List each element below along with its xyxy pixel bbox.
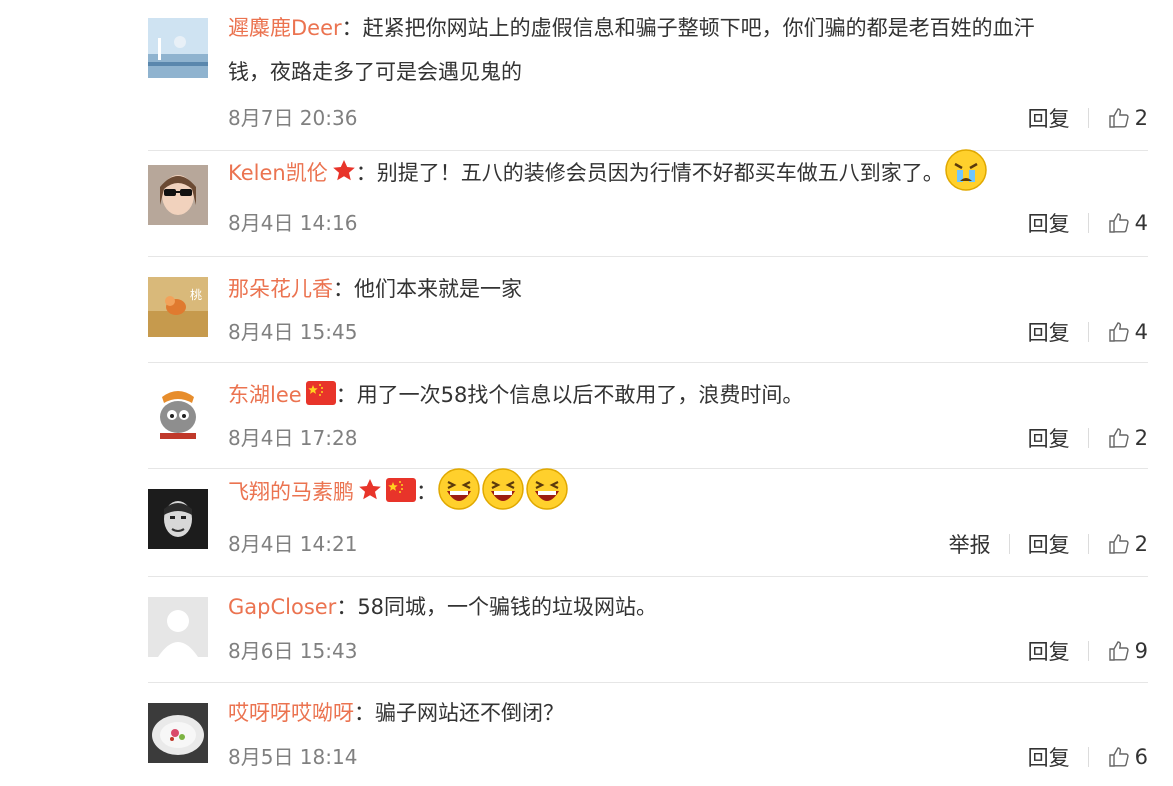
thumbs-up-icon (1108, 747, 1129, 767)
reply-button[interactable]: 回复 (1028, 317, 1070, 347)
comment-item: 遲麋鹿Deer：赶紧把你网站上的虚假信息和骗子整顿下吧，你们骗的都是老百姓的血汗… (148, 0, 1148, 151)
username-link[interactable]: 飞翔的马素鹏 (228, 480, 354, 504)
avatar[interactable] (148, 383, 208, 443)
laughing-emoji-icon (525, 467, 569, 533)
action-divider (1087, 534, 1089, 554)
comment-time: 8月4日 14:21 (228, 532, 358, 556)
comment-list: 遲麋鹿Deer：赶紧把你网站上的虚假信息和骗子整顿下吧，你们骗的都是老百姓的血汗… (148, 0, 1148, 786)
avatar-image (148, 597, 208, 657)
action-divider (1087, 428, 1089, 448)
avatar[interactable] (148, 703, 208, 763)
comment-text: Kelen凯伦 ：别提了！五八的装修会员因为行情不好都买车做五八到家了。 (228, 147, 1148, 211)
like-button[interactable]: 4 (1107, 320, 1148, 344)
avatar-image (148, 489, 208, 549)
username-link[interactable]: Kelen凯伦 (228, 161, 328, 185)
like-button[interactable]: 2 (1107, 106, 1148, 130)
avatar-image (148, 383, 208, 443)
username-link[interactable]: 遲麋鹿Deer (228, 16, 342, 40)
comment-text: 那朵花儿香：他们本来就是一家 (228, 277, 522, 301)
avatar[interactable] (148, 18, 208, 78)
thumbs-up-icon (1108, 428, 1129, 448)
laughing-emoji-icon (437, 467, 481, 533)
avatar-image (148, 165, 208, 225)
like-button[interactable]: 9 (1107, 639, 1148, 663)
comment-text: 东湖lee ：用了一次58找个信息以后不敢用了，浪费时间。 (228, 373, 1148, 420)
thumbs-up-icon (1108, 534, 1129, 554)
svg-text:桃: 桃 (190, 287, 202, 302)
avatar[interactable] (148, 165, 208, 225)
action-divider (1087, 747, 1089, 767)
avatar[interactable] (148, 489, 208, 549)
like-button[interactable]: 6 (1107, 745, 1148, 769)
star-badge-icon (358, 466, 382, 524)
like-count: 4 (1134, 211, 1148, 235)
comment-item: 飞翔的马素鹏： 8月4日 14:21 举报 回复 2 (148, 468, 1148, 577)
reply-button[interactable]: 回复 (1028, 103, 1070, 133)
comment-text: GapCloser：58同城，一个骗钱的垃圾网站。 (228, 595, 658, 619)
action-divider (1087, 213, 1089, 233)
like-button[interactable]: 4 (1107, 211, 1148, 235)
like-count: 2 (1134, 532, 1148, 556)
avatar[interactable] (148, 597, 208, 657)
china-flag-icon (386, 466, 416, 524)
avatar[interactable]: 桃 (148, 277, 208, 337)
like-button[interactable]: 2 (1107, 426, 1148, 450)
reply-button[interactable]: 回复 (1028, 636, 1070, 666)
comment-time: 8月4日 15:45 (228, 320, 358, 344)
thumbs-up-icon (1108, 213, 1129, 233)
avatar-image: 桃 (148, 277, 208, 337)
username-link[interactable]: 那朵花儿香 (228, 277, 333, 301)
comment-item: 东湖lee ：用了一次58找个信息以后不敢用了，浪费时间。 8月4日 17:28 … (148, 363, 1148, 469)
reply-button[interactable]: 回复 (1028, 208, 1070, 238)
username-link[interactable]: 哎呀呀哎呦呀 (228, 701, 354, 725)
comment-time: 8月4日 14:16 (228, 211, 358, 235)
like-count: 2 (1134, 426, 1148, 450)
username-link[interactable]: GapCloser (228, 595, 336, 619)
comment-text: 哎呀呀哎呦呀：骗子网站还不倒闭？ (228, 701, 564, 725)
action-divider (1087, 641, 1089, 661)
like-count: 2 (1134, 106, 1148, 130)
laughing-emoji-icon (481, 467, 525, 533)
thumbs-up-icon (1108, 108, 1129, 128)
action-divider (1087, 322, 1089, 342)
comment-time: 8月4日 17:28 (228, 426, 358, 450)
reply-button[interactable]: 回复 (1028, 529, 1070, 559)
action-divider (1008, 534, 1010, 554)
reply-button[interactable]: 回复 (1028, 742, 1070, 772)
comment-time: 8月7日 20:36 (228, 106, 358, 130)
report-button[interactable]: 举报 (949, 529, 991, 559)
action-divider (1087, 108, 1089, 128)
like-button[interactable]: 2 (1107, 532, 1148, 556)
like-count: 6 (1134, 745, 1148, 769)
avatar-image (148, 703, 208, 763)
china-flag-icon (305, 376, 336, 420)
comment-item: 哎呀呀哎呦呀：骗子网站还不倒闭？ 8月5日 18:14 回复 6 (148, 683, 1148, 786)
star-badge-icon (332, 150, 356, 202)
thumbs-up-icon (1108, 322, 1129, 342)
comment-item: Kelen凯伦 ：别提了！五八的装修会员因为行情不好都买车做五八到家了。 8月4日… (148, 149, 1148, 257)
username-link[interactable]: 东湖lee (228, 383, 302, 407)
comment-item: GapCloser：58同城，一个骗钱的垃圾网站。 8月6日 15:43 回复 … (148, 577, 1148, 683)
avatar-image (148, 18, 208, 78)
reply-button[interactable]: 回复 (1028, 423, 1070, 453)
comment-time: 8月6日 15:43 (228, 639, 358, 663)
comment-item: 桃 那朵花儿香：他们本来就是一家 8月4日 15:45 回复 4 (148, 257, 1148, 363)
crying-emoji-icon (944, 148, 988, 211)
like-count: 4 (1134, 320, 1148, 344)
thumbs-up-icon (1108, 641, 1129, 661)
like-count: 9 (1134, 639, 1148, 663)
comment-text: 遲麋鹿Deer：赶紧把你网站上的虚假信息和骗子整顿下吧，你们骗的都是老百姓的血汗… (228, 16, 1035, 84)
comment-time: 8月5日 18:14 (228, 745, 358, 769)
comment-text: 飞翔的马素鹏： (228, 463, 1148, 533)
